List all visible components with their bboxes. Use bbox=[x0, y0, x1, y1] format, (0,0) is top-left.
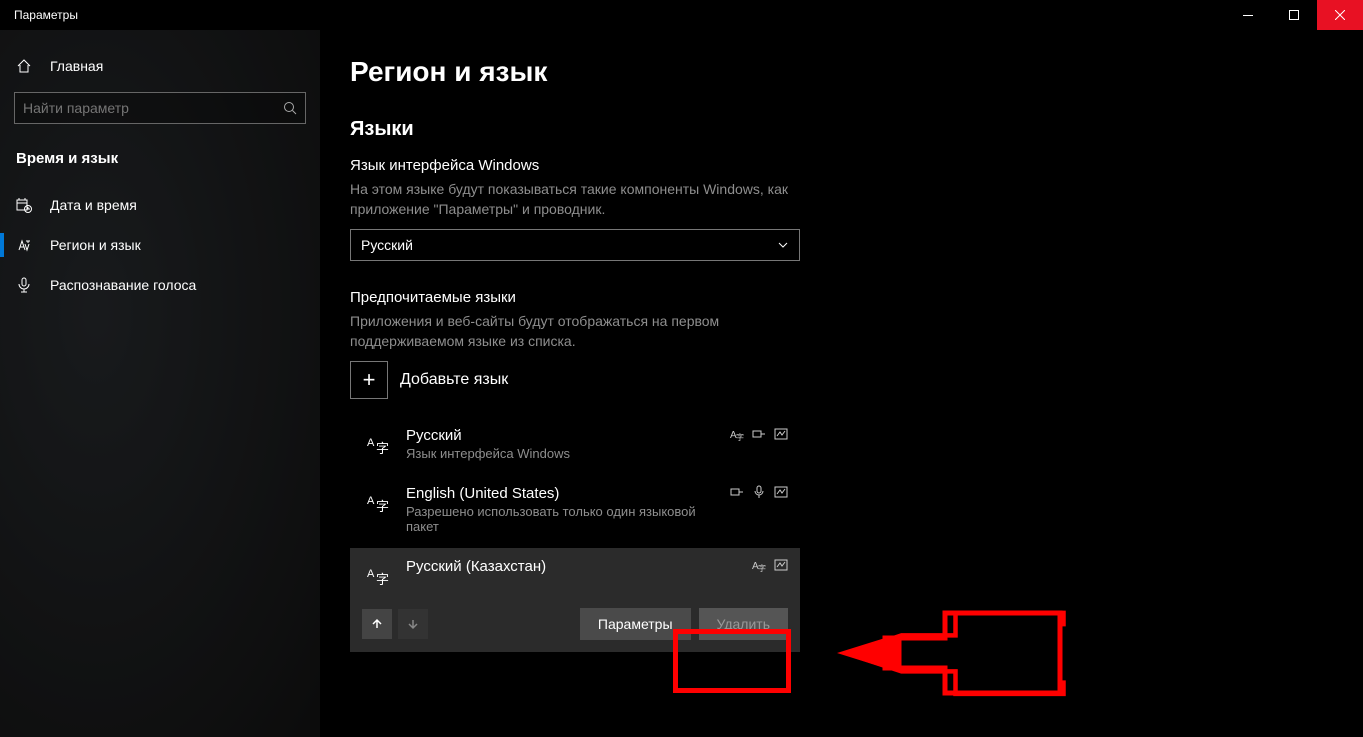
language-name: Русский bbox=[406, 427, 718, 444]
sidebar-item-label: Дата и время bbox=[50, 197, 137, 213]
sidebar: Главная Время и язык Дата и время Регион… bbox=[0, 30, 320, 737]
window-title: Параметры bbox=[0, 8, 78, 22]
language-badges: A字 bbox=[730, 427, 788, 441]
svg-text:A: A bbox=[367, 437, 375, 449]
maximize-button[interactable] bbox=[1271, 0, 1317, 30]
language-sub: Разрешено использовать только один языко… bbox=[406, 504, 718, 534]
language-item-russian-kz-selected: A字 Русский (Казахстан) A字 bbox=[350, 548, 800, 652]
window-controls bbox=[1225, 0, 1363, 30]
interface-language-desc: На этом языке будут показываться такие к… bbox=[350, 180, 790, 219]
svg-text:字: 字 bbox=[758, 563, 766, 572]
language-options-button[interactable]: Параметры bbox=[580, 608, 691, 640]
svg-text:A: A bbox=[367, 568, 375, 580]
chevron-down-icon bbox=[777, 239, 789, 251]
language-name: Русский (Казахстан) bbox=[406, 558, 740, 575]
language-glyph-icon: A字 bbox=[362, 487, 394, 519]
handwriting-icon bbox=[774, 558, 788, 572]
sidebar-item-region-language[interactable]: Регион и язык bbox=[0, 225, 320, 265]
move-up-button[interactable] bbox=[362, 609, 392, 639]
svg-text:字: 字 bbox=[376, 572, 389, 587]
language-badges: A字 bbox=[752, 558, 788, 572]
text-to-speech-icon bbox=[752, 427, 766, 441]
language-actions: Параметры Удалить bbox=[350, 596, 800, 652]
svg-text:字: 字 bbox=[736, 432, 744, 441]
language-sub: Язык интерфейса Windows bbox=[406, 446, 718, 461]
language-glyph-icon: A字 bbox=[362, 560, 394, 592]
titlebar: Параметры bbox=[0, 0, 1363, 30]
language-glyph-icon: A字 bbox=[362, 429, 394, 461]
annotation-arrow bbox=[825, 603, 1095, 703]
home-button[interactable]: Главная bbox=[0, 48, 320, 84]
sidebar-item-label: Регион и язык bbox=[50, 237, 141, 253]
preferred-languages-heading: Предпочитаемые языки bbox=[350, 289, 1090, 306]
display-language-icon: A字 bbox=[752, 558, 766, 572]
calendar-clock-icon bbox=[16, 197, 32, 213]
search-box[interactable] bbox=[14, 92, 306, 124]
plus-icon: + bbox=[350, 361, 388, 399]
category-title: Время и язык bbox=[0, 142, 320, 185]
language-item-russian-kz[interactable]: A字 Русский (Казахстан) A字 bbox=[350, 548, 800, 592]
sidebar-item-label: Распознавание голоса bbox=[50, 277, 196, 293]
move-down-button[interactable] bbox=[398, 609, 428, 639]
interface-language-heading: Язык интерфейса Windows bbox=[350, 157, 1090, 174]
dropdown-value: Русский bbox=[361, 237, 413, 253]
language-delete-button[interactable]: Удалить bbox=[699, 608, 788, 640]
minimize-button[interactable] bbox=[1225, 0, 1271, 30]
search-icon bbox=[283, 101, 297, 115]
language-item-english-us[interactable]: A字 English (United States) Разрешено исп… bbox=[350, 475, 800, 544]
sidebar-item-date-time[interactable]: Дата и время bbox=[0, 185, 320, 225]
home-label: Главная bbox=[50, 58, 103, 74]
speech-icon bbox=[752, 485, 766, 499]
handwriting-icon bbox=[774, 427, 788, 441]
microphone-icon bbox=[16, 277, 32, 293]
home-icon bbox=[16, 58, 32, 74]
preferred-languages-desc: Приложения и веб-сайты будут отображатьс… bbox=[350, 312, 790, 351]
sidebar-item-speech[interactable]: Распознавание голоса bbox=[0, 265, 320, 305]
page-title: Регион и язык bbox=[350, 56, 1090, 88]
language-icon bbox=[16, 237, 32, 253]
handwriting-icon bbox=[774, 485, 788, 499]
language-name: English (United States) bbox=[406, 485, 718, 502]
svg-text:A: A bbox=[367, 495, 375, 507]
language-badges bbox=[730, 485, 788, 499]
interface-language-dropdown[interactable]: Русский bbox=[350, 229, 800, 261]
add-language-button[interactable]: + Добавьте язык bbox=[350, 361, 1090, 399]
display-language-icon: A字 bbox=[730, 427, 744, 441]
section-languages: Языки bbox=[350, 118, 1090, 141]
close-button[interactable] bbox=[1317, 0, 1363, 30]
add-language-label: Добавьте язык bbox=[400, 371, 508, 389]
search-input[interactable] bbox=[23, 100, 256, 116]
content: Регион и язык Языки Язык интерфейса Wind… bbox=[320, 30, 1363, 737]
text-to-speech-icon bbox=[730, 485, 744, 499]
svg-text:字: 字 bbox=[376, 441, 389, 456]
language-item-russian[interactable]: A字 Русский Язык интерфейса Windows A字 bbox=[350, 417, 800, 471]
svg-text:字: 字 bbox=[376, 499, 389, 514]
